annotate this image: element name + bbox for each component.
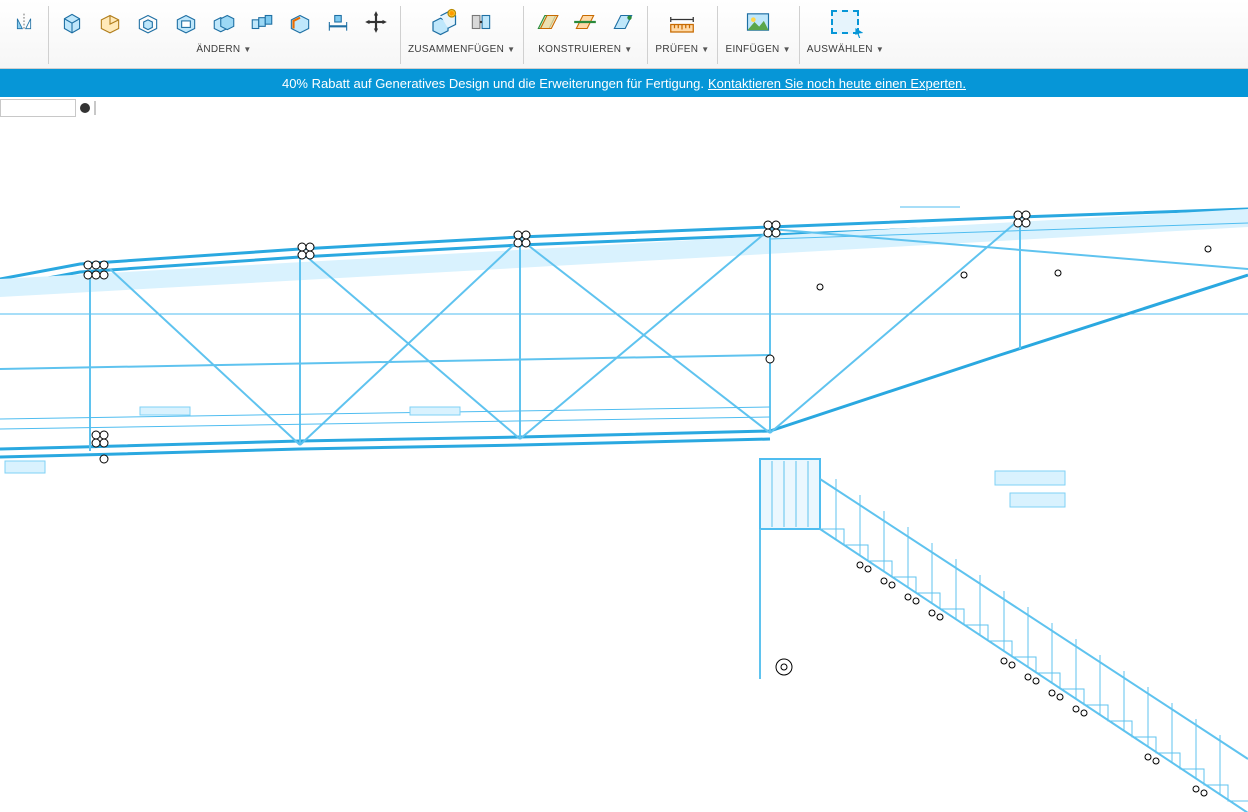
ribbon-panel-einfuegen: EINFÜGEN▼ [717, 0, 798, 70]
chevron-down-icon: ▼ [701, 45, 709, 54]
promo-link[interactable]: Kontaktieren Sie noch heute einen Expert… [708, 76, 966, 91]
ribbon-panel-zusammenfuegen: ZUSAMMENFÜGEN▼ [400, 0, 523, 70]
promo-banner: 40% Rabatt auf Generatives Design und di… [0, 69, 1248, 97]
box3d-offset-icon[interactable] [284, 6, 316, 38]
panel-label-aendern[interactable]: ÄNDERN▼ [196, 44, 251, 55]
panel-label-zusammenfuegen[interactable]: ZUSAMMENFÜGEN▼ [408, 44, 515, 55]
ribbon-panel-left-fragment: . [8, 0, 48, 70]
panel-label-pruefen[interactable]: PRÜFEN▼ [655, 44, 709, 55]
panel-label-auswaehlen[interactable]: AUSWÄHLEN▼ [807, 44, 884, 55]
box3d-icon[interactable] [56, 6, 88, 38]
joint-icon[interactable] [465, 6, 497, 38]
select-rect-icon[interactable] [829, 6, 861, 38]
ribbon-panel-aendern: ÄNDERN▼ [48, 0, 400, 70]
box3d-shell-icon[interactable] [170, 6, 202, 38]
chevron-down-icon: ▼ [783, 45, 791, 54]
box3d-hollow-icon[interactable] [132, 6, 164, 38]
plane-green-icon[interactable] [531, 6, 563, 38]
chevron-down-icon: ▼ [243, 45, 251, 54]
insert-image-icon[interactable] [742, 6, 774, 38]
assemble-new-icon[interactable] [427, 6, 459, 38]
panel-label-einfuegen[interactable]: EINFÜGEN▼ [725, 44, 790, 55]
box3d-array-icon[interactable] [246, 6, 278, 38]
ribbon-toolbar: . ÄNDERN▼ ZUSAMMENFÜGEN▼ KONST [0, 0, 1248, 69]
dimension-icon[interactable] [322, 6, 354, 38]
breadcrumb-collapse-icon[interactable] [80, 103, 90, 113]
move-icon[interactable] [360, 6, 392, 38]
box3d-cut-icon[interactable] [94, 6, 126, 38]
panel-label-konstruieren[interactable]: KONSTRUIEREN▼ [538, 44, 632, 55]
measure-icon[interactable] [666, 6, 698, 38]
model-viewport[interactable] [0, 119, 1248, 812]
breadcrumb-strip [0, 97, 1248, 119]
plane-orange-icon[interactable] [569, 6, 601, 38]
chevron-down-icon: ▼ [624, 45, 632, 54]
promo-text: 40% Rabatt auf Generatives Design und di… [282, 76, 704, 91]
box3d-combine-icon[interactable] [208, 6, 240, 38]
chevron-down-icon: ▼ [876, 45, 884, 54]
ribbon-panel-konstruieren: KONSTRUIEREN▼ [523, 0, 647, 70]
ribbon-panel-pruefen: PRÜFEN▼ [647, 0, 717, 70]
ribbon-panel-auswaehlen: AUSWÄHLEN▼ [799, 0, 892, 70]
chevron-down-icon: ▼ [507, 45, 515, 54]
breadcrumb-field[interactable] [0, 99, 76, 117]
mirror-icon[interactable] [8, 6, 40, 38]
divider [94, 101, 96, 115]
plane-cyan-icon[interactable] [607, 6, 639, 38]
